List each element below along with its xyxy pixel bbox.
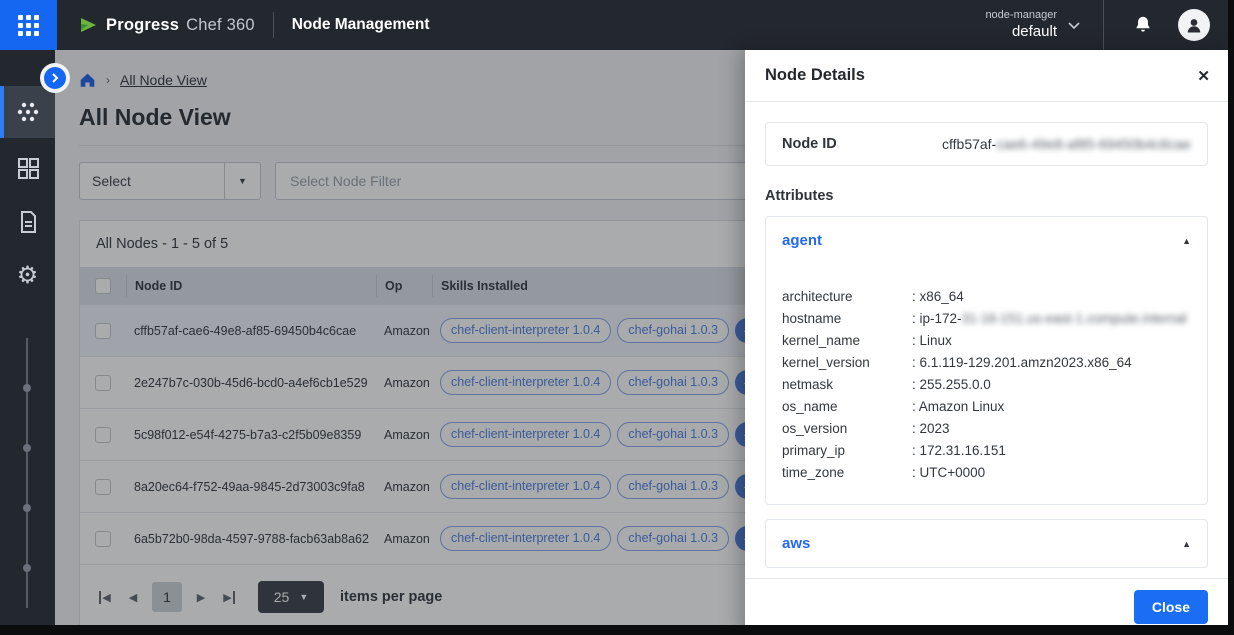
sidebar-item-nodes[interactable] [0, 86, 55, 138]
panel-body: Node ID cffb57af-cae6-49e8-af85-69450b4c… [745, 102, 1228, 578]
attribute-key: netmask [782, 374, 912, 396]
chevron-down-icon [1067, 21, 1081, 30]
gear-icon: ⚙ [17, 264, 39, 288]
window-border [1228, 0, 1234, 635]
app-launcher-button[interactable] [0, 0, 57, 50]
sidebar-item-settings[interactable]: ⚙ [0, 252, 55, 300]
sidebar-timeline [26, 338, 28, 608]
attribute-key: primary_ip [782, 440, 912, 462]
attribute-row: kernel_name: Linux [782, 330, 1191, 352]
attribute-row: time_zone: UTC+0000 [782, 462, 1191, 484]
attribute-row: netmask: 255.255.0.0 [782, 374, 1191, 396]
person-icon [1184, 15, 1204, 35]
header-divider [273, 12, 274, 38]
sidebar-expand-button[interactable] [44, 67, 66, 89]
logo-brand-text: Progress [106, 16, 179, 35]
attribute-value: : 2023 [912, 418, 950, 440]
grid-icon [16, 156, 40, 180]
app-window: Progress Chef 360 Node Management node-m… [0, 0, 1234, 635]
panel-title: Node Details [765, 66, 865, 85]
attribute-list: architecture: x86_64hostname: ip-172-31-… [766, 264, 1207, 504]
panel-header: Node Details ✕ [745, 50, 1228, 102]
org-value: default [985, 23, 1057, 42]
window-border [0, 625, 1234, 635]
attribute-value: : ip-172-31-16-151.us-east-1.compute.int… [912, 308, 1187, 330]
attributes-heading: Attributes [765, 188, 1208, 204]
node-id-box: Node ID cffb57af-cae6-49e8-af85-69450b4c… [765, 122, 1208, 166]
notifications-button[interactable] [1132, 14, 1154, 36]
node-id-redacted: cae6-49e8-af85-69450b4c6cae [996, 136, 1191, 152]
nodes-cluster-icon [15, 99, 41, 125]
org-switcher-dropdown[interactable]: node-manager default [985, 9, 1081, 42]
attribute-key: kernel_name [782, 330, 912, 352]
attribute-key: time_zone [782, 462, 912, 484]
attribute-value: : 6.1.119-129.201.amzn2023.x86_64 [912, 352, 1132, 374]
attribute-section-aws: aws ▲ [765, 519, 1208, 568]
section-toggle-aws[interactable]: aws ▲ [766, 520, 1207, 567]
attribute-value: : Amazon Linux [912, 396, 1004, 418]
progress-chef-logo: Progress Chef 360 [79, 15, 255, 35]
sidebar-item-documents[interactable] [0, 198, 55, 246]
attribute-key: hostname [782, 308, 912, 330]
bell-icon [1132, 14, 1154, 36]
section-name: agent [782, 232, 822, 249]
document-icon [16, 210, 40, 234]
attribute-value: : Linux [912, 330, 952, 352]
left-sidebar: ⚙ [0, 50, 55, 635]
attribute-row: os_version: 2023 [782, 418, 1191, 440]
node-id-label: Node ID [782, 136, 942, 152]
attribute-sections: agent ▲ architecture: x86_64hostname: ip-1… [765, 216, 1208, 568]
attribute-value: : x86_64 [912, 286, 964, 308]
logo-product-text: Chef 360 [186, 16, 255, 35]
waffle-icon [18, 15, 39, 36]
attribute-key: kernel_version [782, 352, 912, 374]
section-name: aws [782, 535, 810, 552]
attribute-row: hostname: ip-172-31-16-151.us-east-1.com… [782, 308, 1191, 330]
attribute-row: primary_ip: 172.31.16.151 [782, 440, 1191, 462]
attribute-key: os_name [782, 396, 912, 418]
collapse-caret-icon: ▲ [1182, 539, 1191, 549]
attribute-row: os_name: Amazon Linux [782, 396, 1191, 418]
app-title: Node Management [292, 16, 430, 34]
sidebar-item-apps[interactable] [0, 144, 55, 192]
chevron-right-icon [50, 73, 60, 83]
progress-leaf-icon [79, 15, 99, 35]
redacted-value: 31-16-151.us-east-1.compute.internal [962, 311, 1187, 326]
attribute-value: : 172.31.16.151 [912, 440, 1006, 462]
close-button[interactable]: Close [1134, 590, 1208, 624]
node-details-panel: Node Details ✕ Node ID cffb57af-cae6-49e… [745, 50, 1228, 635]
attribute-value: : 255.255.0.0 [912, 374, 991, 396]
attribute-row: kernel_version: 6.1.119-129.201.amzn2023… [782, 352, 1191, 374]
attribute-key: os_version [782, 418, 912, 440]
collapse-caret-icon: ▲ [1182, 236, 1191, 246]
user-avatar-button[interactable] [1178, 9, 1210, 41]
attribute-row: architecture: x86_64 [782, 286, 1191, 308]
org-label: node-manager [985, 9, 1057, 23]
attribute-value: : UTC+0000 [912, 462, 985, 484]
header-divider [1103, 0, 1104, 50]
app-header: Progress Chef 360 Node Management node-m… [0, 0, 1234, 50]
node-id-value: cffb57af-cae6-49e8-af85-69450b4c6cae [942, 136, 1191, 152]
close-icon[interactable]: ✕ [1197, 67, 1210, 85]
section-toggle-agent[interactable]: agent ▲ [766, 217, 1207, 264]
attribute-key: architecture [782, 286, 912, 308]
attribute-section-agent: agent ▲ architecture: x86_64hostname: ip-1… [765, 216, 1208, 505]
